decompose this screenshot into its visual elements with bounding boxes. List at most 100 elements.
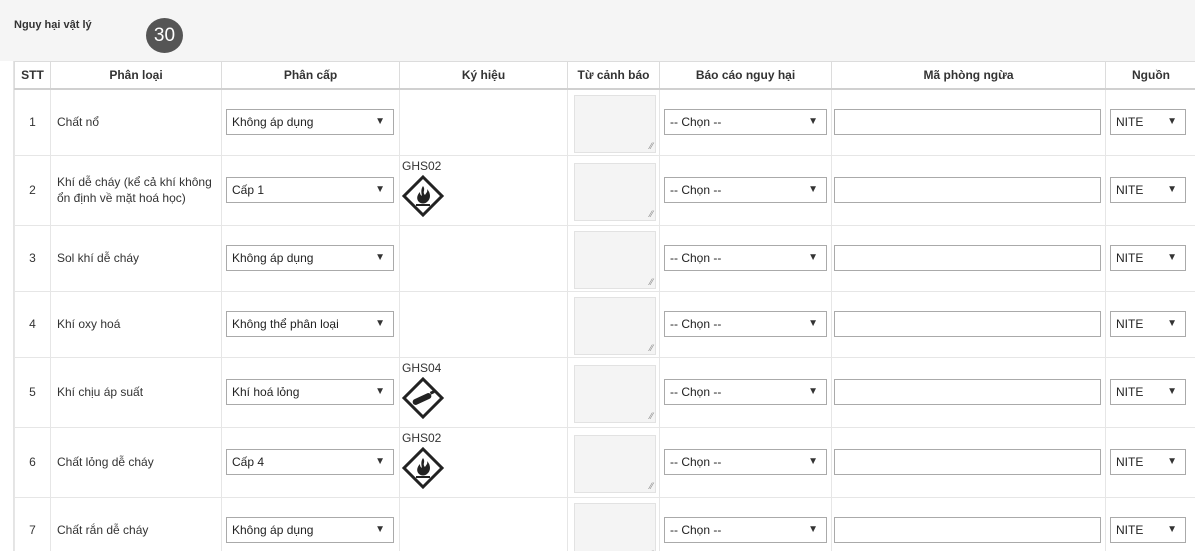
source-select[interactable]: NITE ▼ — [1110, 177, 1186, 203]
ghs-code: GHS04 — [402, 360, 442, 375]
resize-grip-icon[interactable]: ⁄⁄ — [650, 412, 653, 421]
resize-grip-icon[interactable]: ⁄⁄ — [650, 344, 653, 353]
warning-textarea[interactable]: ⁄⁄ — [574, 365, 656, 423]
source-select[interactable]: NITE ▼ — [1110, 379, 1186, 405]
count-badge: 30 — [146, 18, 183, 53]
caret-down-icon: ▼ — [375, 184, 385, 195]
col-classification: Phân loại — [50, 61, 222, 90]
hazard-report-select[interactable]: -- Chọn -- ▼ — [664, 245, 827, 271]
row-category-cell: Không áp dụng ▼ — [221, 88, 400, 156]
hazard-report-select-value: -- Chọn -- — [670, 455, 722, 469]
panel-title: Nguy hại vật lý — [14, 19, 92, 31]
caret-down-icon: ▼ — [1167, 386, 1177, 397]
category-select[interactable]: Cấp 1 ▼ — [226, 177, 394, 203]
hazard-report-select-value: -- Chọn -- — [670, 385, 722, 399]
caret-down-icon: ▼ — [1167, 524, 1177, 535]
row-symbol-cell: GHS02 — [399, 154, 568, 226]
row-report-cell: -- Chọn -- ▼ — [659, 356, 832, 428]
row-classification: Khí dễ cháy (kể cả khí không ổn định về … — [50, 154, 222, 226]
row-classification: Khí oxy hoá — [50, 290, 222, 358]
precaution-code-input[interactable] — [834, 177, 1101, 203]
hazard-report-select[interactable]: -- Chọn -- ▼ — [664, 449, 827, 475]
source-select[interactable]: NITE ▼ — [1110, 517, 1186, 543]
source-select[interactable]: NITE ▼ — [1110, 311, 1186, 337]
caret-down-icon: ▼ — [1167, 116, 1177, 128]
precaution-code-input[interactable] — [834, 449, 1101, 475]
row-warning-cell: ⁄⁄ — [567, 426, 660, 498]
row-stt: 2 — [14, 154, 51, 226]
hazard-report-select[interactable]: -- Chọn -- ▼ — [664, 311, 827, 337]
hazard-report-select[interactable]: -- Chọn -- ▼ — [664, 517, 827, 543]
caret-down-icon: ▼ — [375, 318, 385, 329]
row-precaution-cell — [831, 88, 1106, 156]
source-select[interactable]: NITE ▼ — [1110, 449, 1186, 475]
category-select[interactable]: Không áp dụng ▼ — [226, 109, 394, 136]
warning-textarea[interactable]: ⁄⁄ — [574, 435, 656, 493]
category-select[interactable]: Khí hoá lỏng ▼ — [226, 379, 394, 405]
ghs-code: GHS02 — [402, 158, 442, 173]
warning-textarea[interactable]: ⁄⁄ — [574, 297, 656, 355]
caret-down-icon: ▼ — [808, 116, 818, 128]
precaution-code-input[interactable] — [834, 245, 1101, 271]
row-stt: 4 — [14, 290, 51, 358]
row-report-cell: -- Chọn -- ▼ — [659, 426, 832, 498]
row-classification: Chất nổ — [50, 88, 222, 156]
precaution-code-input[interactable] — [834, 109, 1101, 136]
row-category-cell: Cấp 4 ▼ — [221, 426, 400, 498]
category-select-value: Không áp dụng — [232, 523, 314, 537]
warning-textarea[interactable]: ⁄⁄ — [574, 231, 656, 289]
row-stt: 5 — [14, 356, 51, 428]
category-select[interactable]: Không áp dụng ▼ — [226, 245, 394, 271]
row-category-cell: Cấp 1 ▼ — [221, 154, 400, 226]
source-select[interactable]: NITE ▼ — [1110, 109, 1186, 136]
source-select-value: NITE — [1116, 115, 1144, 130]
caret-down-icon: ▼ — [1167, 184, 1177, 195]
col-stt: STT — [14, 61, 51, 90]
source-select-value: NITE — [1116, 385, 1144, 399]
row-report-cell: -- Chọn -- ▼ — [659, 224, 832, 292]
caret-down-icon: ▼ — [808, 252, 818, 263]
row-warning-cell: ⁄⁄ — [567, 154, 660, 226]
row-warning-cell: ⁄⁄ — [567, 356, 660, 428]
resize-grip-icon[interactable]: ⁄⁄ — [650, 210, 653, 219]
category-select[interactable]: Không áp dụng ▼ — [226, 517, 394, 543]
row-category-cell: Không áp dụng ▼ — [221, 224, 400, 292]
precaution-code-input[interactable] — [834, 517, 1101, 543]
col-hazard-report: Báo cáo nguy hại — [659, 61, 832, 90]
caret-down-icon: ▼ — [808, 386, 818, 397]
precaution-code-input[interactable] — [834, 311, 1101, 337]
table-row: 1 Chất nổ Không áp dụng ▼ ⁄⁄ -- Chọn -- ▼ NITE ▼ — [14, 88, 1195, 156]
hazard-report-select-value: -- Chọn -- — [670, 183, 722, 197]
row-precaution-cell — [831, 224, 1106, 292]
col-warning: Từ cảnh báo — [567, 61, 660, 90]
hazard-report-select[interactable]: -- Chọn -- ▼ — [664, 177, 827, 203]
row-classification: Khí chịu áp suất — [50, 356, 222, 428]
warning-textarea[interactable]: ⁄⁄ — [574, 163, 656, 221]
precaution-code-input[interactable] — [834, 379, 1101, 405]
hazard-report-select-value: -- Chọn -- — [670, 523, 722, 537]
category-select-value: Khí hoá lỏng — [232, 385, 300, 399]
row-symbol-cell — [399, 496, 568, 551]
category-select[interactable]: Không thể phân loại ▼ — [226, 311, 394, 337]
warning-textarea[interactable]: ⁄⁄ — [574, 95, 656, 154]
hazard-report-select[interactable]: -- Chọn -- ▼ — [664, 109, 827, 136]
source-select[interactable]: NITE ▼ — [1110, 245, 1186, 271]
row-stt: 7 — [14, 496, 51, 551]
resize-grip-icon[interactable]: ⁄⁄ — [650, 278, 653, 287]
row-warning-cell: ⁄⁄ — [567, 496, 660, 551]
resize-grip-icon[interactable]: ⁄⁄ — [650, 142, 653, 151]
category-select-value: Cấp 4 — [232, 455, 265, 469]
row-precaution-cell — [831, 290, 1106, 358]
hazard-report-select[interactable]: -- Chọn -- ▼ — [664, 379, 827, 405]
row-source-cell: NITE ▼ — [1105, 426, 1195, 498]
row-source-cell: NITE ▼ — [1105, 88, 1195, 156]
warning-textarea[interactable]: ⁄⁄ — [574, 503, 656, 551]
col-symbol: Ký hiệu — [399, 61, 568, 90]
table-row: 6 Chất lỏng dễ cháy Cấp 4 ▼ GHS02 ⁄⁄ -- Chọn -… — [14, 426, 1195, 498]
hazard-report-select-value: -- Chọn -- — [670, 251, 722, 265]
category-select[interactable]: Cấp 4 ▼ — [226, 449, 394, 475]
gas-cylinder-icon — [401, 376, 567, 423]
resize-grip-icon[interactable]: ⁄⁄ — [650, 482, 653, 491]
col-precaution: Mã phòng ngừa — [831, 61, 1106, 90]
row-precaution-cell — [831, 154, 1106, 226]
